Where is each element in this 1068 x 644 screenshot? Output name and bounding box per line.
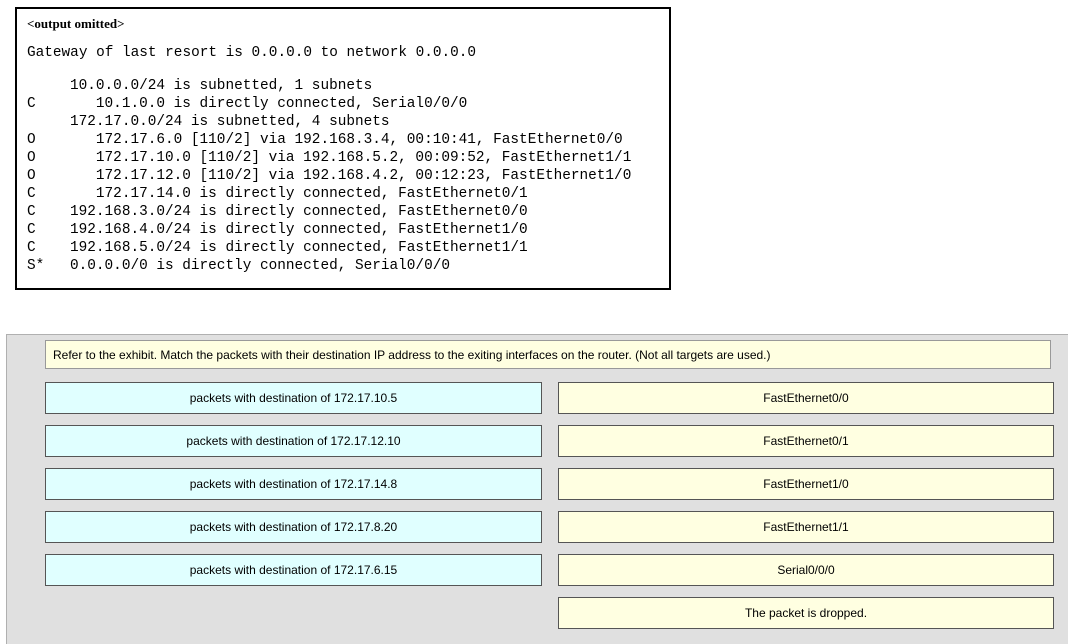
target-serial0-0-0[interactable]: Serial0/0/0: [558, 554, 1054, 586]
route-code: C: [27, 186, 36, 202]
route-text: 10.1.0.0 is directly connected, Serial0/…: [70, 96, 468, 112]
route-line: 10.0.0.0/24 is subnetted, 1 subnets: [27, 77, 631, 95]
route-line: C 192.168.3.0/24 is directly connected, F…: [27, 203, 631, 221]
route-code: S*: [27, 258, 45, 274]
route-line: S* 0.0.0.0/0 is directly connected, Seria…: [27, 257, 631, 275]
route-code: C: [27, 96, 36, 112]
route-text: 192.168.5.0/24 is directly connected, Fa…: [70, 240, 528, 256]
route-line: C 10.1.0.0 is directly connected, Serial…: [27, 95, 631, 113]
matching-activity-panel: Refer to the exhibit. Match the packets …: [6, 334, 1068, 644]
route-line: O 172.17.12.0 [110/2] via 192.168.4.2, 0…: [27, 167, 631, 185]
route-text: 172.17.0.0/24 is subnetted, 4 subnets: [70, 114, 390, 130]
route-text: 0.0.0.0/0 is directly connected, Serial0…: [70, 258, 450, 274]
instructions-text: Refer to the exhibit. Match the packets …: [45, 340, 1051, 369]
route-list: 10.0.0.0/24 is subnetted, 1 subnets C 10…: [27, 77, 631, 275]
route-line: O 172.17.10.0 [110/2] via 192.168.5.2, 0…: [27, 149, 631, 167]
route-code: O: [27, 132, 36, 148]
target-fastethernet0-1[interactable]: FastEthernet0/1: [558, 425, 1054, 457]
route-line: O 172.17.6.0 [110/2] via 192.168.3.4, 00…: [27, 131, 631, 149]
packet-card-172-17-12-10[interactable]: packets with destination of 172.17.12.10: [45, 425, 542, 457]
route-line: C 172.17.14.0 is directly connected, Fas…: [27, 185, 631, 203]
output-omitted-header: <output omitted>: [27, 16, 125, 31]
route-text: 10.0.0.0/24 is subnetted, 1 subnets: [70, 78, 373, 94]
packet-card-172-17-8-20[interactable]: packets with destination of 172.17.8.20: [45, 511, 542, 543]
routing-table-exhibit: <output omitted> Gateway of last resort …: [15, 7, 671, 290]
route-code: C: [27, 240, 36, 256]
route-code: O: [27, 150, 36, 166]
route-code: O: [27, 168, 36, 184]
target-fastethernet0-0[interactable]: FastEthernet0/0: [558, 382, 1054, 414]
target-fastethernet1-1[interactable]: FastEthernet1/1: [558, 511, 1054, 543]
target-packet-dropped[interactable]: The packet is dropped.: [558, 597, 1054, 629]
route-line: 172.17.0.0/24 is subnetted, 4 subnets: [27, 113, 631, 131]
packet-card-172-17-10-5[interactable]: packets with destination of 172.17.10.5: [45, 382, 542, 414]
route-text: 192.168.3.0/24 is directly connected, Fa…: [70, 204, 528, 220]
packet-card-172-17-6-15[interactable]: packets with destination of 172.17.6.15: [45, 554, 542, 586]
gateway-of-last-resort: Gateway of last resort is 0.0.0.0 to net…: [27, 45, 477, 61]
target-fastethernet1-0[interactable]: FastEthernet1/0: [558, 468, 1054, 500]
route-line: C 192.168.5.0/24 is directly connected, F…: [27, 239, 631, 257]
route-text: 172.17.14.0 is directly connected, FastE…: [70, 186, 528, 202]
route-code: C: [27, 204, 36, 220]
route-text: 192.168.4.0/24 is directly connected, Fa…: [70, 222, 528, 238]
packet-card-172-17-14-8[interactable]: packets with destination of 172.17.14.8: [45, 468, 542, 500]
route-text: 172.17.12.0 [110/2] via 192.168.4.2, 00:…: [70, 168, 632, 184]
route-line: C 192.168.4.0/24 is directly connected, F…: [27, 221, 631, 239]
route-text: 172.17.6.0 [110/2] via 192.168.3.4, 00:1…: [70, 132, 623, 148]
route-text: 172.17.10.0 [110/2] via 192.168.5.2, 00:…: [70, 150, 632, 166]
route-code: C: [27, 222, 36, 238]
